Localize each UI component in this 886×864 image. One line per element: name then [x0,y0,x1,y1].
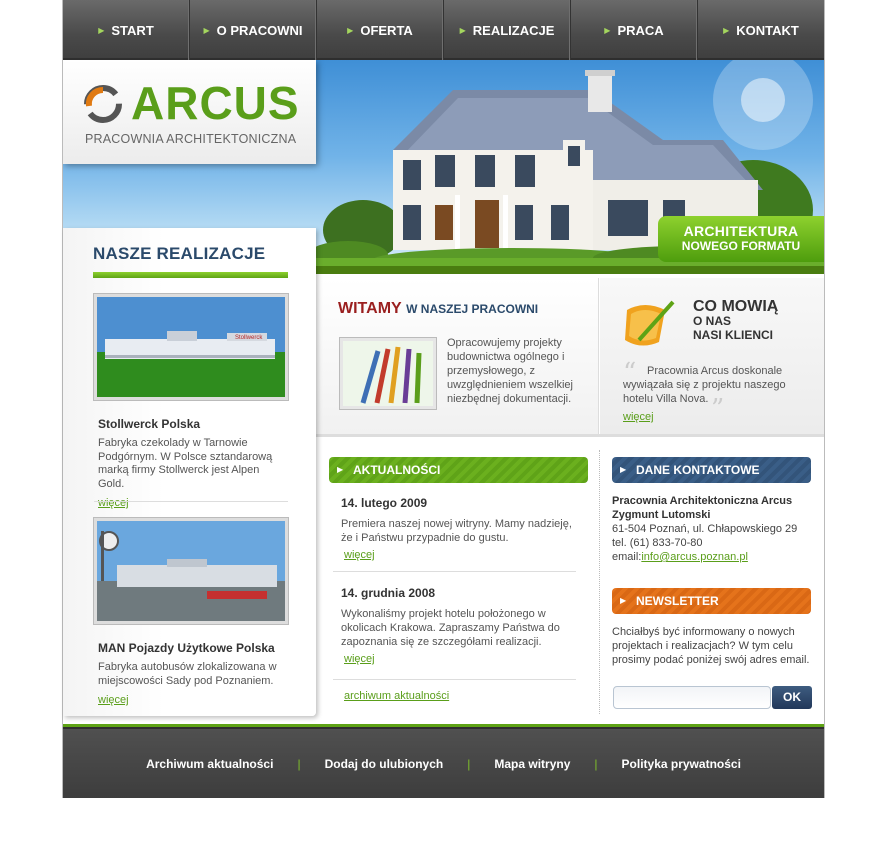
contact-details: Pracownia Architektoniczna Arcus Zygmunt… [612,494,817,564]
contact-company: Pracownia Architektoniczna Arcus [612,495,793,507]
arrow-right-icon: ▶ [203,25,210,35]
nav-label: KONTAKT [736,22,799,38]
arrow-right-icon: ▶ [459,25,466,35]
testimonial-title-line-1: CO MOWIĄ [693,298,779,315]
contact-person: Zygmunt Lutomski [612,509,711,521]
welcome-title: WITAMY W NASZEJ PRACOWNI [338,300,538,318]
slogan-line-2: NOWEGO FORMATU [681,239,801,253]
contact-header-label: DANE KONTAKTOWE [636,463,760,477]
divider [316,434,824,437]
welcome-panel: WITAMY W NASZEJ PRACOWNI Opracowujemy pr… [316,278,599,434]
nav-label: O PRACOWNI [216,22,303,38]
testimonial-title: CO MOWIĄ O NAS NASI KLIENCI [693,298,779,343]
welcome-text: Opracowujemy projekty budownictwa ogólne… [447,337,573,405]
project-name: Stollwerck Polska [98,417,201,431]
newsletter-text: Chciałbyś być informowany o nowych proje… [612,626,810,666]
main-navigation: ▶ START ▶ O PRACOWNI ▶ OFERTA ▶ REALIZACJE ▶… [63,0,824,60]
factory-photo: Stollwerck [97,297,285,397]
contact-phone: tel. (61) 833-70-80 [612,537,703,549]
arrow-right-icon: ▶ [337,465,344,474]
divider [94,501,288,502]
project-more-link[interactable]: więcej [98,694,129,706]
welcome-title-strong: WITAMY [338,300,402,317]
arrow-right-icon: ▶ [723,25,730,35]
contact-address: 61-504 Poznań, ul. Chłapowskiego 29 [612,523,798,535]
news-archive-link[interactable]: archiwum aktualności [344,690,449,702]
nav-item-praca[interactable]: ▶ PRACA [571,0,698,60]
factory-photo [97,521,285,621]
page-container: ▶ START ▶ O PRACOWNI ▶ OFERTA ▶ REALIZACJE ▶… [62,0,825,798]
testimonial-title-line-3: NASI KLIENCI [693,328,774,342]
project-description: Fabryka czekolady w Tarnowie Podgórnym. … [98,437,273,490]
testimonial-more-link[interactable]: więcej [623,411,654,423]
arrow-right-icon: ▶ [98,25,105,35]
project-description: Fabryka autobusów zlokalizowana w miejsc… [98,661,277,687]
arcus-logo-icon [84,85,122,123]
nav-item-o-pracowni[interactable]: ▶ O PRACOWNI [190,0,317,60]
news-item: 14. grudnia 2008 Wykonaliśmy projekt hot… [341,586,577,667]
newsletter-header-label: NEWSLETTER [636,594,719,608]
news-header-label: AKTUALNOŚCI [353,463,441,477]
logo-panel[interactable]: ARCUS PRACOWNIA ARCHITEKTONICZNA [63,60,316,164]
project-card: MAN Pojazdy Użytkowe Polska Fabryka auto… [94,518,288,708]
contact-header: ▶ DANE KONTAKTOWE [612,457,811,483]
footer-link-sitemap[interactable]: Mapa witryny [470,757,594,771]
nav-label: OFERTA [360,22,413,38]
project-image-man[interactable] [94,518,288,624]
sidebar-title: NASZE REALIZACJE [93,244,266,263]
newsletter-header: ▶ NEWSLETTER [612,588,811,614]
footer-link-privacy[interactable]: Polityka prywatności [598,757,765,771]
project-name: MAN Pojazdy Użytkowe Polska [98,641,275,655]
sidebar-title-underline [93,272,288,278]
footer-link-favorites[interactable]: Dodaj do ulubionych [301,757,468,771]
news-more-link[interactable]: więcej [344,549,375,561]
divider [333,571,576,572]
footer: Archiwum aktualności | Dodaj do ulubiony… [63,727,824,798]
contact-email-label: email: [612,551,642,563]
nav-item-kontakt[interactable]: ▶ KONTAKT [698,0,824,60]
nav-item-oferta[interactable]: ▶ OFERTA [317,0,444,60]
quote-close-icon: ” [711,394,725,424]
nav-label: PRACA [617,22,664,38]
projects-sidebar: NASZE REALIZACJE Stollwerck Stollwerck P… [63,228,316,716]
news-header: ▶ AKTUALNOŚCI [329,457,588,483]
nav-label: START [111,22,154,38]
slogan-line-1: ARCHITEKTURA [683,223,799,239]
contact-email-row: email:info@arcus.poznan.pl [612,550,817,564]
factory-sign: Stollwerck [235,335,263,341]
column-divider [599,450,600,714]
welcome-title-rest: W NASZEJ PRACOWNI [406,302,539,316]
news-date: 14. lutego 2009 [341,496,428,510]
news-text: Premiera naszej nowej witryny. Mamy nadz… [341,518,572,544]
testimonial-title-line-2: O NAS [693,314,732,328]
project-card: Stollwerck Stollwerck Polska Fabryka cze… [94,294,288,511]
pencils-image [340,338,436,409]
nav-item-start[interactable]: ▶ START [63,0,190,60]
news-item: 14. lutego 2009 Premiera naszej nowej wi… [341,496,577,563]
testimonial-panel: CO MOWIĄ O NAS NASI KLIENCI “ Pracownia … [599,278,824,434]
arrow-right-icon: ▶ [604,25,611,35]
news-more-link[interactable]: więcej [344,653,375,665]
project-more-link[interactable]: więcej [98,497,129,509]
arrow-right-icon: ▶ [620,465,627,474]
divider [333,679,576,680]
news-text: Wykonaliśmy projekt hotelu położonego w … [341,608,560,648]
logo-subtitle: PRACOWNIA ARCHITEKTONICZNA [85,132,297,146]
slogan-badge: ARCHITEKTURA NOWEGO FORMATU [658,216,824,262]
contact-email-link[interactable]: info@arcus.poznan.pl [641,551,748,563]
newsletter-submit-button[interactable]: OK [772,686,812,709]
arrow-right-icon: ▶ [347,25,354,35]
logo-name: ARCUS [131,77,300,129]
nav-label: REALIZACJE [472,22,555,38]
footer-link-archive[interactable]: Archiwum aktualności [122,757,297,771]
project-image-stollwerck[interactable]: Stollwerck [94,294,288,400]
pencils-illustration [343,341,433,406]
scroll-quill-icon [625,300,675,346]
news-date: 14. grudnia 2008 [341,586,436,600]
newsletter-email-input[interactable] [613,686,771,709]
arrow-right-icon: ▶ [620,596,627,605]
nav-item-realizacje[interactable]: ▶ REALIZACJE [444,0,571,60]
